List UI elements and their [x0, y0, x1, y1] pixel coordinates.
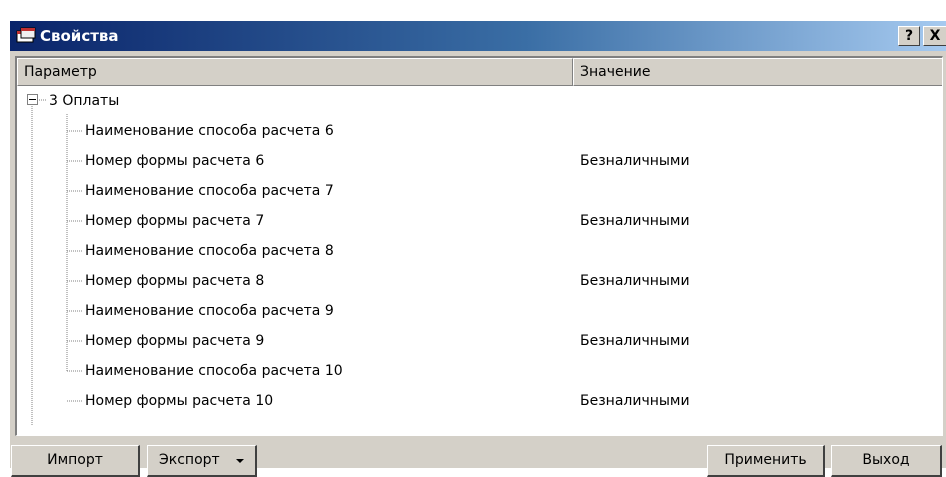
table-row[interactable]: Наименование способа расчета 9 — [17, 296, 942, 326]
exit-button[interactable]: Выход — [831, 445, 942, 477]
app-window-icon — [16, 27, 36, 43]
chevron-down-icon[interactable] — [236, 459, 244, 463]
help-button[interactable]: ? — [898, 26, 920, 46]
row-parameter: Наименование способа расчета 7 — [85, 183, 334, 199]
tree-branch-line — [67, 400, 83, 402]
column-header-parameter[interactable]: Параметр — [17, 58, 573, 86]
export-button-label: Экспорт — [159, 452, 220, 468]
row-parameter: Номер формы расчета 6 — [85, 153, 265, 169]
tree-branch-line — [67, 250, 83, 252]
export-button[interactable]: Экспорт — [147, 445, 257, 477]
row-parameter: Наименование способа расчета 6 — [85, 123, 334, 139]
row-value: Безналичными — [580, 213, 690, 229]
table-row[interactable]: Наименование способа расчета 6 — [17, 116, 942, 146]
tree-branch-line — [67, 130, 83, 132]
table-row[interactable]: Номер формы расчета 6 Безналичными — [17, 146, 942, 176]
table-row[interactable]: Наименование способа расчета 10 — [17, 356, 942, 386]
column-header-value[interactable]: Значение — [573, 58, 942, 86]
table-row[interactable]: Номер формы расчета 8 Безналичными — [17, 266, 942, 296]
tree-branch-line — [67, 340, 83, 342]
apply-button[interactable]: Применить — [707, 445, 825, 477]
tree-group-row[interactable]: 3 Оплаты — [17, 86, 942, 116]
window-title: Свойства — [40, 27, 119, 45]
row-parameter: Наименование способа расчета 8 — [85, 243, 334, 259]
tree-branch-line — [67, 220, 83, 222]
collapse-icon[interactable] — [27, 94, 38, 105]
row-parameter: Наименование способа расчета 10 — [85, 363, 343, 379]
tree-branch-line — [67, 160, 83, 162]
properties-window: Свойства ? X Параметр Значение 3 Оплаты … — [9, 20, 946, 477]
row-parameter: Номер формы расчета 7 — [85, 213, 265, 229]
close-button[interactable]: X — [923, 26, 946, 46]
table-row[interactable]: Номер формы расчета 7 Безналичными — [17, 206, 942, 236]
row-parameter: Номер формы расчета 9 — [85, 333, 265, 349]
column-headers: Параметр Значение — [17, 58, 942, 86]
table-row[interactable]: Наименование способа расчета 7 — [17, 176, 942, 206]
title-bar[interactable]: Свойства ? X — [10, 21, 946, 51]
row-parameter: Наименование способа расчета 9 — [85, 303, 334, 319]
row-parameter: Номер формы расчета 8 — [85, 273, 265, 289]
group-label: 3 Оплаты — [49, 93, 120, 109]
tree-branch-line — [67, 310, 83, 312]
row-value: Безналичными — [580, 153, 690, 169]
table-row[interactable]: Номер формы расчета 9 Безналичными — [17, 326, 942, 356]
tree-branch-line — [67, 370, 83, 372]
tree-branch-line — [67, 190, 83, 192]
row-value: Безналичными — [580, 393, 690, 409]
import-button[interactable]: Импорт — [11, 445, 140, 477]
table-row[interactable]: Наименование способа расчета 8 — [17, 236, 942, 266]
table-row[interactable]: Номер формы расчета 10 Безналичными — [17, 386, 942, 416]
properties-tree-grid[interactable]: Параметр Значение 3 Оплаты Наименование … — [15, 56, 943, 436]
row-parameter: Номер формы расчета 10 — [85, 393, 274, 409]
row-value: Безналичными — [580, 273, 690, 289]
tree-branch-line — [67, 280, 83, 282]
row-value: Безналичными — [580, 333, 690, 349]
